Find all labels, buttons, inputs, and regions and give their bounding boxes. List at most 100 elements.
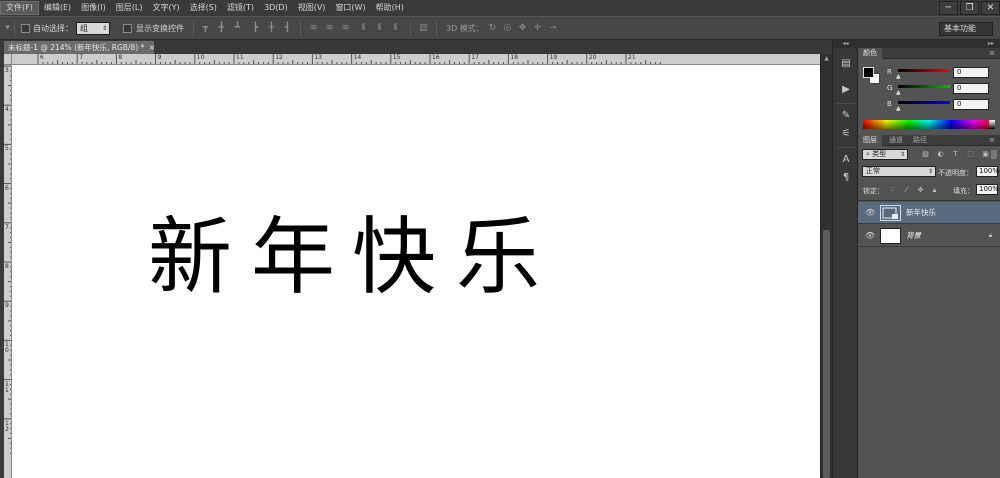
align-hcenter-icon[interactable]: ╂: [266, 23, 277, 34]
filter-adjustment-icon[interactable]: ◐: [936, 150, 945, 159]
auto-align-icon[interactable]: ▥: [418, 23, 429, 34]
ruler-origin[interactable]: [4, 54, 12, 65]
menu-edit[interactable]: 编辑(E): [39, 1, 76, 15]
blue-channel-slider[interactable]: [898, 101, 950, 104]
brush-presets-icon[interactable]: ✎: [839, 109, 853, 123]
distribute-right-icon[interactable]: ⦀: [390, 23, 401, 34]
layer-row[interactable]: 👁︎ 背景 🔒︎: [858, 225, 1000, 247]
actions-panel-icon[interactable]: ▶: [839, 83, 853, 97]
foreground-color-swatch[interactable]: [863, 67, 874, 78]
tab-paths[interactable]: 路径: [908, 135, 932, 146]
lock-label: 锁定：: [863, 187, 884, 195]
menu-view[interactable]: 视图(V): [293, 1, 331, 15]
ruler-label: 21: [628, 54, 636, 61]
panels-expand-icon[interactable]: ▸▸: [858, 40, 1000, 48]
auto-select-checkbox[interactable]: [21, 24, 30, 33]
align-left-icon[interactable]: ┣: [250, 23, 261, 34]
menu-file[interactable]: 文件(F): [0, 1, 39, 15]
adjustments-icon[interactable]: ⚟: [839, 127, 853, 141]
smart-object-thumbnail: [880, 205, 901, 221]
tab-channels[interactable]: 通道: [884, 135, 908, 146]
green-channel-input[interactable]: 0: [953, 83, 989, 94]
menu-filter[interactable]: 滤镜(T): [222, 1, 259, 15]
menu-layer[interactable]: 图层(L): [111, 1, 148, 15]
fill-input[interactable]: 100%: [976, 184, 999, 195]
horizontal-ruler[interactable]: 6 7 8 9 10 11 12 13 14 15 16 17 18 19 20 21: [12, 54, 820, 65]
workspace-select[interactable]: 基本功能: [939, 22, 993, 36]
green-channel-slider[interactable]: [898, 85, 950, 88]
visibility-eye-icon[interactable]: 👁︎: [865, 208, 875, 218]
distribute-bottom-icon[interactable]: ≡: [340, 23, 351, 34]
layer-filter-select[interactable]: ⌕ 类型 ⇕: [862, 149, 908, 160]
scroll-up-icon[interactable]: ▲: [821, 54, 832, 64]
filter-shape-icon[interactable]: ⬚: [966, 150, 975, 159]
lock-transparent-icon[interactable]: ⁙: [888, 186, 897, 195]
lock-all-icon[interactable]: 🔒︎: [930, 186, 939, 195]
opacity-label: 不透明度：: [938, 169, 973, 177]
canvas-vertical-scrollbar[interactable]: ▲: [820, 54, 832, 478]
scrollbar-thumb[interactable]: [823, 230, 830, 478]
filter-pixel-icon[interactable]: ▨: [921, 150, 930, 159]
blend-mode-select[interactable]: 正常 ⇕: [862, 166, 936, 177]
tab-color[interactable]: 颜色: [858, 48, 882, 59]
document-canvas[interactable]: 新 年 快 乐: [12, 65, 820, 478]
auto-select-target-select[interactable]: 组 ⇕: [76, 22, 110, 35]
history-panel-icon[interactable]: ▤: [839, 57, 853, 71]
document-tab-close-icon[interactable]: ×: [149, 43, 155, 52]
menu-type[interactable]: 文字(Y): [147, 1, 184, 15]
menu-window[interactable]: 窗口(W): [330, 1, 370, 15]
ruler-label: 15: [392, 54, 401, 61]
filter-type-icon[interactable]: T: [951, 150, 960, 159]
slider-knob-icon[interactable]: ▲: [896, 105, 901, 112]
auto-select-label: 自动选择：: [33, 24, 73, 33]
panel-menu-icon[interactable]: ≡: [989, 48, 995, 59]
align-bottom-icon[interactable]: ┻: [232, 23, 243, 34]
distribute-top-icon[interactable]: ≡: [308, 23, 319, 34]
lock-pixels-icon[interactable]: ⁄: [902, 186, 911, 195]
tool-preset-dropdown-icon[interactable]: ▾: [2, 23, 13, 34]
orbit-3d-icon[interactable]: ↻: [487, 23, 498, 34]
smart-object-icon: [882, 207, 898, 219]
blue-channel-input[interactable]: 0: [953, 99, 989, 110]
opacity-input[interactable]: 100%: [976, 166, 999, 177]
panel-menu-icon[interactable]: ≡: [989, 135, 995, 146]
paragraph-panel-icon[interactable]: ¶: [839, 171, 853, 185]
minimize-button[interactable]: ─: [939, 1, 958, 15]
distribute-hcenter-icon[interactable]: ⦀: [374, 23, 385, 34]
restore-button[interactable]: ❐: [960, 1, 979, 15]
menu-image[interactable]: 图像(I): [76, 1, 111, 15]
menu-3d[interactable]: 3D(D): [259, 1, 293, 15]
spectrum-black-white[interactable]: [989, 120, 995, 129]
menu-help[interactable]: 帮助(H): [371, 1, 409, 15]
character-panel-icon[interactable]: A: [839, 153, 853, 167]
close-button[interactable]: ✕: [981, 1, 1000, 15]
scale-3d-icon[interactable]: ⊸: [547, 23, 558, 34]
filter-toggle-icon[interactable]: [991, 150, 997, 159]
layers-panel-header: 图层 通道 路径 ≡: [858, 135, 1000, 146]
align-top-icon[interactable]: ┳: [200, 23, 211, 34]
distribute-vcenter-icon[interactable]: ≡: [324, 23, 335, 34]
visibility-eye-icon[interactable]: 👁︎: [865, 231, 875, 241]
align-right-icon[interactable]: ┫: [282, 23, 293, 34]
lock-position-icon[interactable]: ✥: [916, 186, 925, 195]
red-channel-input[interactable]: 0: [953, 67, 989, 78]
layer-row[interactable]: 👁︎ 新年快乐: [858, 202, 1000, 224]
drag-3d-icon[interactable]: ✥: [517, 23, 528, 34]
tab-layers[interactable]: 图层: [858, 135, 882, 146]
filter-smart-object-icon[interactable]: ▣: [981, 150, 990, 159]
red-channel-slider[interactable]: [898, 69, 950, 72]
ruler-label: 6: [5, 184, 9, 192]
ruler-label: 17: [471, 54, 479, 61]
menu-select[interactable]: 选择(S): [185, 1, 222, 15]
vertical-ruler[interactable]: 3 4 5 6 7 8 9 1 0 1 1 1 2: [4, 54, 12, 478]
slider-knob-icon[interactable]: ▲: [896, 89, 901, 96]
color-spectrum-ramp[interactable]: [863, 120, 995, 129]
dock-collapse-icon[interactable]: ◂◂: [833, 40, 858, 48]
show-transform-controls-checkbox[interactable]: [123, 24, 132, 33]
distribute-left-icon[interactable]: ⦀: [358, 23, 369, 34]
slider-knob-icon[interactable]: ▲: [896, 73, 901, 80]
document-tab[interactable]: 未标题-1 @ 214% (新年快乐, RGB/8) * ×: [4, 41, 155, 54]
align-vcenter-icon[interactable]: ╋: [216, 23, 227, 34]
roll-3d-icon[interactable]: ◎: [502, 23, 513, 34]
slide-3d-icon[interactable]: ✛: [532, 23, 543, 34]
